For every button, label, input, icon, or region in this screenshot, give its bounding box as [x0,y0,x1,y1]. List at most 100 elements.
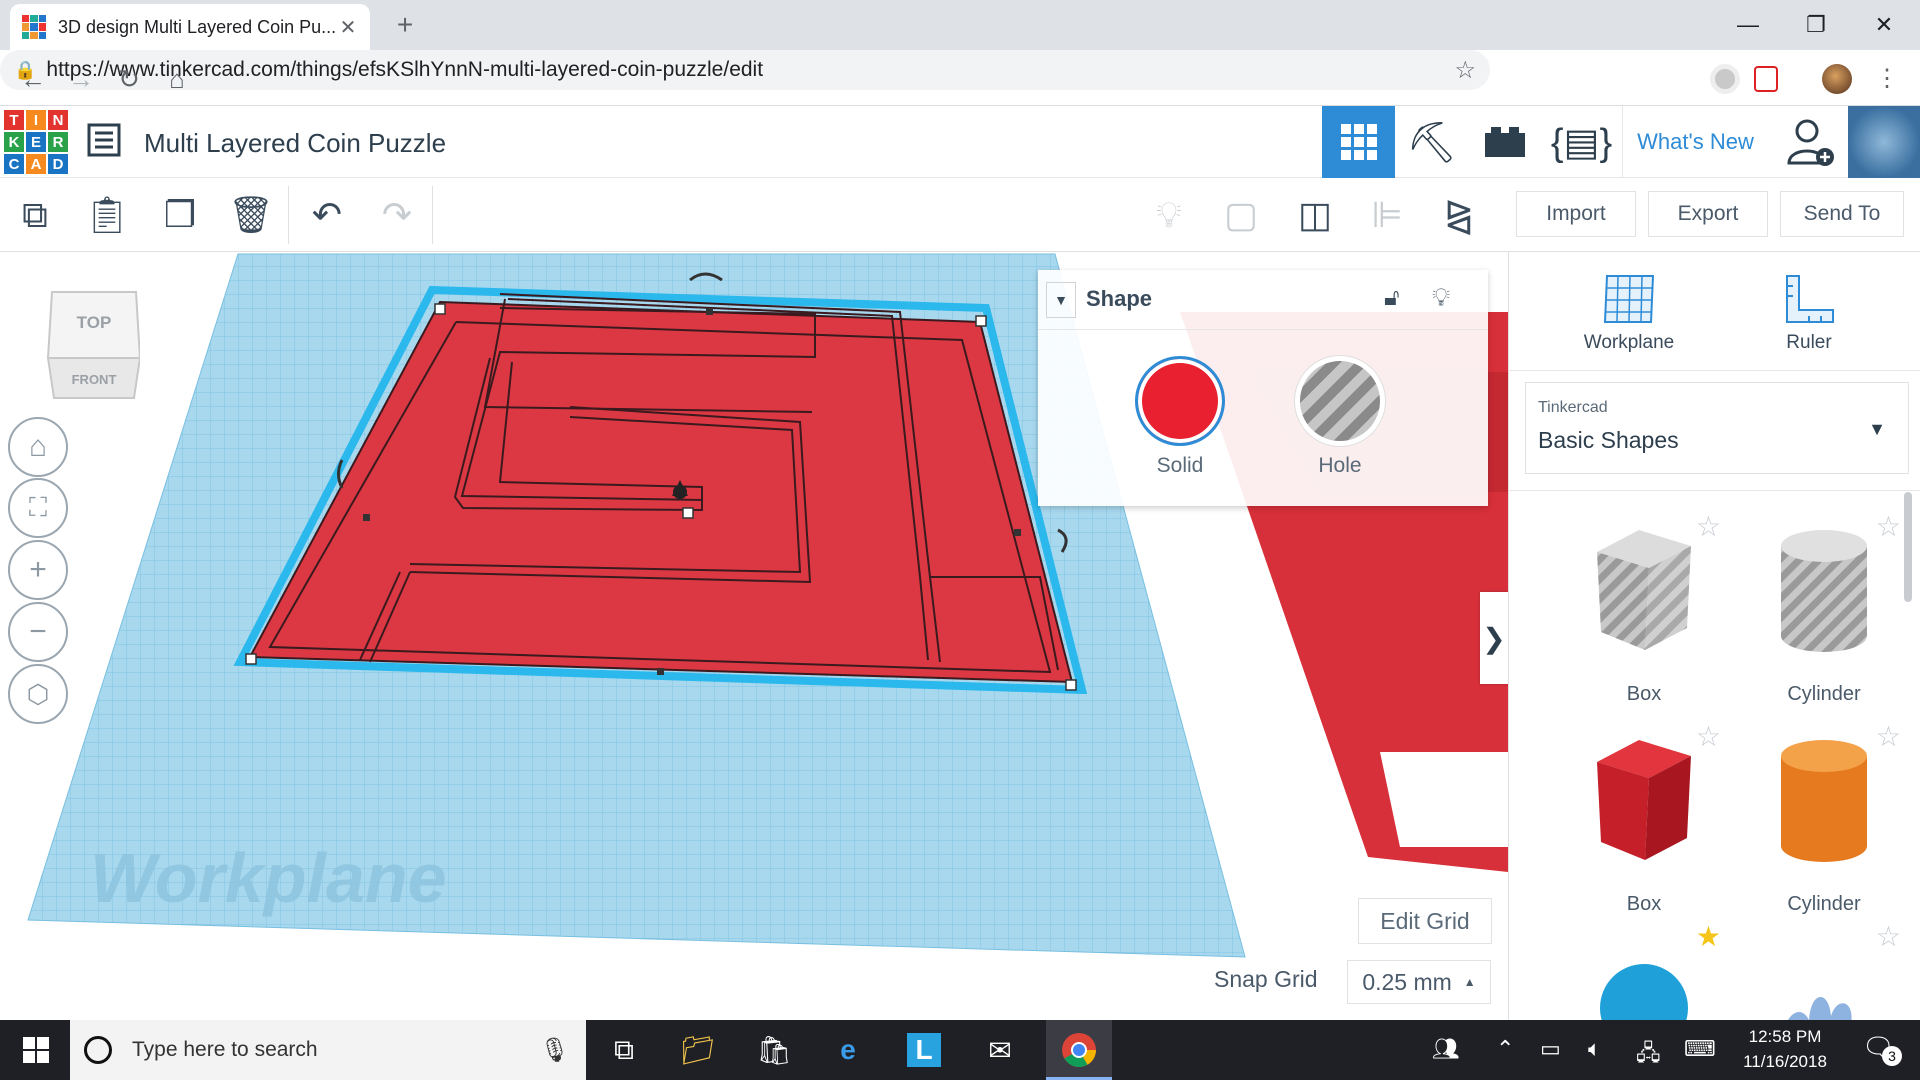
windows-start-icon[interactable] [8,1026,64,1074]
view-cube[interactable]: TOP FRONT [44,288,142,404]
forward-button[interactable]: → [64,62,98,96]
scribble-icon [1788,997,1852,1020]
browser-tab[interactable]: 3D design Multi Layered Coin Pu... ✕ [10,4,370,50]
workplane-tool-label: Workplane [1583,332,1675,353]
file-explorer-icon[interactable]: 📁︎ [670,1026,726,1074]
logo-letter: N [48,110,68,130]
home-view-button[interactable]: ⌂ [8,417,68,477]
volume-icon[interactable]: 🔈︎ [1588,1036,1601,1062]
edge-icon[interactable]: e [820,1026,876,1074]
tray-chevron-icon[interactable]: ⌃ [1496,1036,1514,1062]
redo-icon[interactable]: ↷ [372,190,422,240]
zoom-in-button[interactable]: + [8,540,68,600]
battery-icon[interactable]: ▭ [1540,1036,1561,1062]
shape-box-solid[interactable]: ☆ Box [1559,720,1729,920]
snap-grid-select[interactable]: 0.25 mm ▲ [1347,960,1491,1004]
shape-cylinder-hole[interactable]: ☆ Cylinder [1739,510,1909,710]
panel-scrollbar[interactable] [1904,492,1912,602]
keyboard-icon[interactable]: ⌨︎ [1684,1036,1716,1062]
maximize-button[interactable]: ❐ [1786,8,1846,42]
unlock-icon[interactable]: 🔓︎ [1384,284,1400,312]
shapes-panel: Workplane Ruler Tinkercad Basic Shapes ▼… [1508,252,1920,1020]
mirror-icon[interactable]: ⧎ [1434,190,1484,240]
group-icon[interactable]: ▢ [1216,190,1266,240]
close-window-button[interactable]: ✕ [1854,8,1914,42]
height-handle-dot [673,485,687,499]
shape-box-hole[interactable]: ☆ Box [1559,510,1729,710]
lightbulb-icon[interactable]: 💡︎ [1432,282,1450,314]
extension-icon[interactable] [1710,64,1740,94]
viewcube-front-label: FRONT [72,372,117,387]
favorite-star-icon[interactable]: ☆ [1876,510,1901,543]
duplicate-icon[interactable]: ❐ [155,190,205,240]
app-l-icon[interactable]: L [896,1026,952,1074]
send-to-button[interactable]: Send To [1780,191,1904,237]
browser-menu-icon[interactable]: ⋮ [1870,62,1904,96]
hole-option[interactable]: Hole [1280,356,1400,478]
copy-icon[interactable]: ⧉ [10,190,60,240]
cylinder-solid-icon [1781,740,1867,862]
profile-avatar[interactable] [1822,64,1852,94]
url-text: https://www.tinkercad.com/things/efsKSlh… [46,58,764,81]
shape-sphere[interactable]: ★ [1559,920,1729,1020]
pickaxe-icon[interactable]: ⛏ [1395,106,1468,178]
tinkercad-logo[interactable]: T I N K E R C A D [4,110,68,174]
collapse-caret-icon[interactable]: ▼ [1046,282,1076,318]
solid-option[interactable]: Solid [1120,356,1240,478]
user-avatar[interactable] [1848,106,1920,178]
store-icon[interactable]: 🛍︎ [746,1026,802,1074]
zoom-out-button[interactable]: − [8,602,68,662]
taskbar-clock[interactable]: 12:58 PM 11/16/2018 [1720,1024,1850,1074]
design-list-icon[interactable] [86,122,122,158]
solid-swatch[interactable] [1135,356,1225,446]
ruler-tool[interactable]: Ruler [1739,272,1879,354]
export-button[interactable]: Export [1648,191,1768,237]
people-icon[interactable]: 👥︎ [1432,1036,1460,1062]
notifications-button[interactable]: 🗨︎ 3 [1862,1032,1902,1068]
design-title[interactable]: Multi Layered Coin Puzzle [144,128,446,159]
workplane-tool[interactable]: Workplane [1559,272,1699,354]
add-user-icon[interactable] [1774,106,1847,178]
ungroup-icon[interactable]: ◫ [1290,190,1340,240]
lightbulb-icon[interactable]: 💡︎ [1144,190,1194,240]
bricks-icon[interactable] [1468,106,1541,178]
mail-icon[interactable]: ✉︎ [972,1026,1028,1074]
fit-view-button[interactable]: ⛶ [8,478,68,538]
network-icon[interactable]: 🖧︎ [1636,1036,1661,1074]
import-button[interactable]: Import [1516,191,1636,237]
delete-icon[interactable]: 🗑︎ [226,190,276,240]
tab-close-icon[interactable]: ✕ [338,15,358,40]
shape-library-select[interactable]: Tinkercad Basic Shapes ▼ [1525,382,1909,474]
shape-scribble[interactable]: ☆ [1739,920,1909,1020]
microphone-icon[interactable]: 🎙︎ [540,1036,570,1065]
pocket-extension-icon[interactable] [1754,66,1778,92]
reload-button[interactable]: ↻ [112,62,146,96]
3d-view-grid-button[interactable] [1322,106,1395,178]
toolbar-divider [288,186,289,244]
paste-icon[interactable]: 📋︎ [82,190,132,240]
hole-swatch[interactable] [1295,356,1385,446]
home-button[interactable]: ⌂ [160,62,194,96]
task-view-icon[interactable]: ⧉ [596,1026,652,1074]
bookmark-star-icon[interactable]: ☆ [1454,56,1476,85]
favorite-star-filled-icon[interactable]: ★ [1696,920,1721,953]
chrome-taskbar-item[interactable] [1046,1020,1112,1080]
edit-grid-button[interactable]: Edit Grid [1358,898,1492,944]
minimize-button[interactable]: — [1718,8,1778,42]
favorite-star-icon[interactable]: ☆ [1696,720,1721,753]
taskbar-search-box[interactable]: Type here to search 🎙︎ [70,1020,586,1080]
shape-cylinder-solid[interactable]: ☆ Cylinder [1739,720,1909,920]
favorite-star-icon[interactable]: ☆ [1696,510,1721,543]
undo-icon[interactable]: ↶ [302,190,352,240]
whats-new-link[interactable]: What's New [1622,106,1768,178]
align-icon[interactable]: ⊫ [1362,190,1412,240]
new-tab-button[interactable]: + [390,10,420,40]
favorite-star-icon[interactable]: ☆ [1876,720,1901,753]
perspective-button[interactable]: ⬡ [8,664,68,724]
favorite-star-icon[interactable]: ☆ [1876,920,1901,953]
sphere-icon [1600,964,1688,1020]
panel-collapse-button[interactable]: ❯ [1480,592,1508,684]
codeblocks-icon[interactable]: {▤} [1545,106,1618,178]
back-button[interactable]: ← [16,62,50,96]
url-omnibox[interactable]: 🔒 https://www.tinkercad.com/things/efsKS… [0,50,1490,90]
